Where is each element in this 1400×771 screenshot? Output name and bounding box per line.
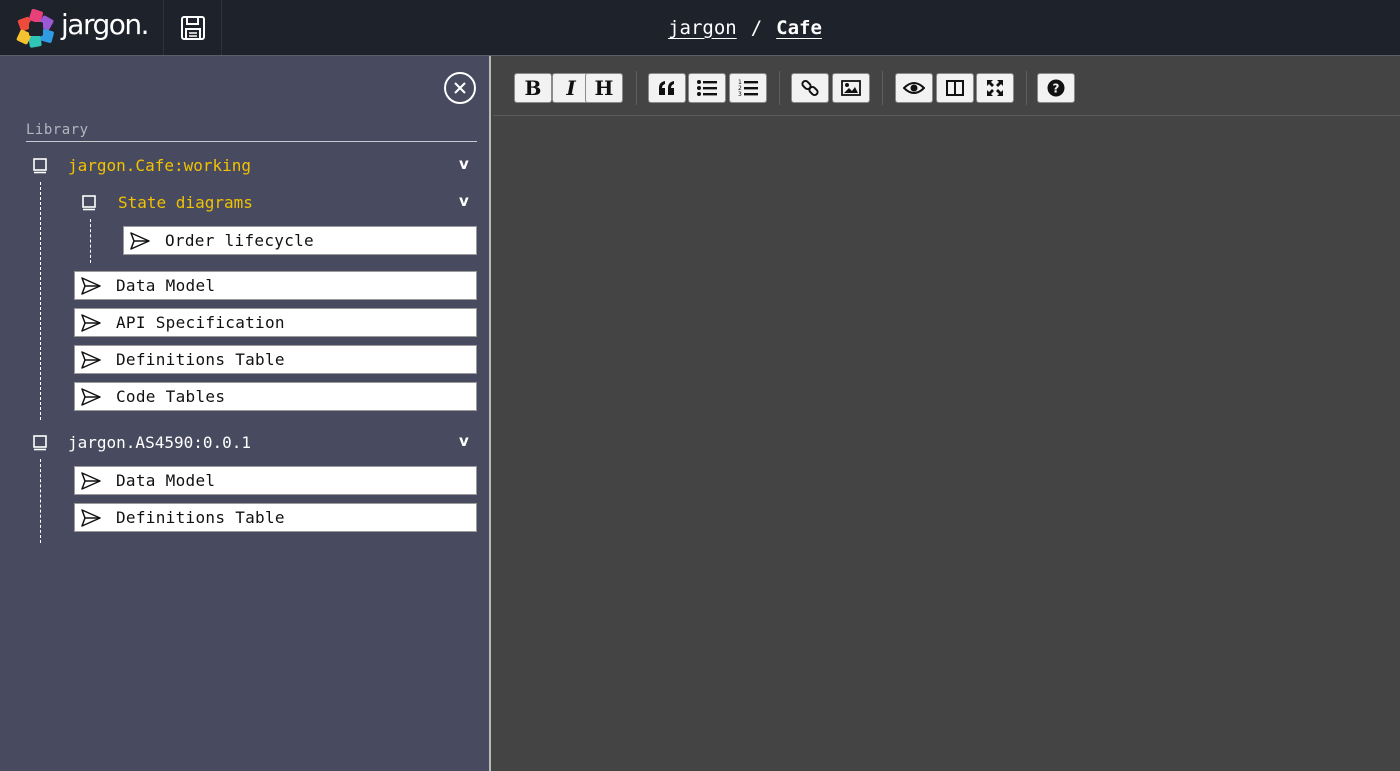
breadcrumb-root-link[interactable]: jargon xyxy=(668,17,737,39)
send-icon xyxy=(81,351,101,369)
send-icon xyxy=(81,388,101,406)
list-item-definitions-table[interactable]: Definitions Table xyxy=(74,503,477,532)
list-item-data-model[interactable]: Data Model xyxy=(74,466,477,495)
list-item-label: Data Model xyxy=(116,471,216,490)
markdown-editor[interactable]: B I H 1 2 3 ? xyxy=(493,56,1400,771)
close-icon xyxy=(454,82,466,94)
image-button[interactable] xyxy=(832,73,870,103)
toolbar-separator xyxy=(882,71,883,105)
bold-button[interactable]: B xyxy=(514,73,552,103)
top-bar: jargon. jargon / Cafe xyxy=(0,0,1400,56)
library-sidebar: Library jargon.Cafe:working v State diag… xyxy=(0,56,491,771)
app-name: jargon. xyxy=(61,8,150,41)
book-icon xyxy=(33,158,47,174)
send-icon xyxy=(81,509,101,527)
fullscreen-button[interactable] xyxy=(976,73,1014,103)
folder-name: State diagrams xyxy=(118,193,253,212)
send-icon xyxy=(81,277,101,295)
library-name: jargon.Cafe:working xyxy=(68,156,252,175)
save-icon xyxy=(181,15,205,40)
library-divider xyxy=(26,141,477,142)
quote-button[interactable] xyxy=(648,73,686,103)
library-folder-cafe[interactable]: jargon.Cafe:working v xyxy=(0,154,491,178)
side-by-side-button[interactable] xyxy=(936,73,974,103)
editor-toolbar: B I H 1 2 3 ? xyxy=(493,56,1400,116)
close-sidebar-button[interactable] xyxy=(444,72,476,104)
send-icon xyxy=(130,232,150,250)
unordered-list-icon xyxy=(697,80,717,96)
save-button[interactable] xyxy=(165,0,222,55)
breadcrumb-current-link[interactable]: Cafe xyxy=(776,17,822,39)
link-icon xyxy=(801,79,819,97)
tree-guide-line xyxy=(90,219,91,263)
ordered-list-icon: 1 2 3 xyxy=(738,79,758,97)
preview-button[interactable] xyxy=(895,73,933,103)
link-button[interactable] xyxy=(791,73,829,103)
list-item-definitions-table[interactable]: Definitions Table xyxy=(74,345,477,374)
list-item-label: Data Model xyxy=(116,276,216,295)
expand-chevron-icon[interactable]: v xyxy=(459,192,469,210)
list-item-label: API Specification xyxy=(116,313,285,332)
list-item-api-specification[interactable]: API Specification xyxy=(74,308,477,337)
list-item-code-tables[interactable]: Code Tables xyxy=(74,382,477,411)
jargon-logo-icon xyxy=(16,9,54,48)
tree-guide-line xyxy=(40,182,41,420)
heading-button[interactable]: H xyxy=(585,73,623,103)
book-icon xyxy=(33,435,47,451)
library-folder-as4590[interactable]: jargon.AS4590:0.0.1 v xyxy=(0,431,491,455)
list-item-data-model[interactable]: Data Model xyxy=(74,271,477,300)
list-item-label: Definitions Table xyxy=(116,508,285,527)
app-logo[interactable]: jargon. xyxy=(0,0,164,55)
list-item-label: Definitions Table xyxy=(116,350,285,369)
heading-icon: H xyxy=(594,76,614,100)
bold-icon: B xyxy=(524,76,542,100)
quote-icon xyxy=(659,81,674,95)
svg-text:3: 3 xyxy=(738,91,742,97)
image-icon xyxy=(841,80,861,96)
italic-icon: I xyxy=(566,76,576,100)
fullscreen-icon xyxy=(987,80,1003,96)
expand-chevron-icon[interactable]: v xyxy=(459,155,469,173)
help-icon: ? xyxy=(1047,79,1065,97)
list-item-label: Code Tables xyxy=(116,387,226,406)
svg-text:?: ? xyxy=(1053,82,1060,96)
unordered-list-button[interactable] xyxy=(688,73,726,103)
side-by-side-icon xyxy=(946,80,964,96)
help-button[interactable]: ? xyxy=(1037,73,1075,103)
ordered-list-button[interactable]: 1 2 3 xyxy=(729,73,767,103)
library-name: jargon.AS4590:0.0.1 xyxy=(68,433,252,452)
toolbar-separator xyxy=(1026,71,1027,105)
toolbar-separator xyxy=(779,71,780,105)
folder-state-diagrams[interactable]: State diagrams v xyxy=(0,191,491,215)
send-icon xyxy=(81,314,101,332)
breadcrumb-separator: / xyxy=(750,16,763,39)
send-icon xyxy=(81,472,101,490)
library-section-label: Library xyxy=(26,122,89,138)
tree-guide-line xyxy=(40,459,41,543)
list-item-order-lifecycle[interactable]: Order lifecycle xyxy=(123,226,477,255)
preview-icon xyxy=(903,82,925,94)
list-item-label: Order lifecycle xyxy=(165,231,314,250)
expand-chevron-icon[interactable]: v xyxy=(459,432,469,450)
toolbar-separator xyxy=(636,71,637,105)
book-icon xyxy=(82,195,96,211)
